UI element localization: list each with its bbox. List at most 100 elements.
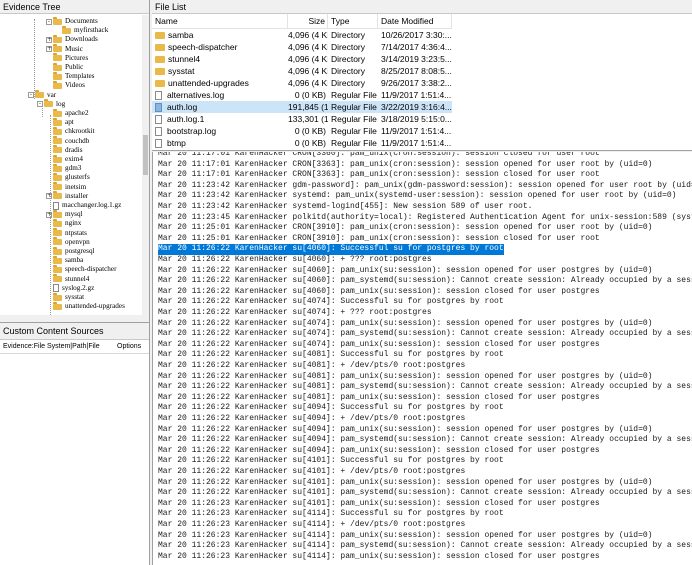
- file-row[interactable]: unattended-upgrades 4,096 (4 KB)Directory…: [152, 77, 452, 89]
- log-line[interactable]: Mar 20 11:23:42 KarenHacker gdm-password…: [158, 181, 692, 192]
- tree-node[interactable]: Pictures: [46, 53, 88, 63]
- tree-node[interactable]: syslog.2.gz: [46, 284, 94, 293]
- tree-node[interactable]: samba: [46, 255, 83, 265]
- file-row[interactable]: speech-dispatcher 4,096 (4 KB)Directory 7/…: [152, 41, 452, 53]
- log-line[interactable]: Mar 20 11:26:22 KarenHacker su[4074]: pa…: [158, 340, 600, 351]
- file-row[interactable]: samba 4,096 (4 KB)Directory 10/26/2017 3:3…: [152, 29, 452, 41]
- tree-node[interactable]: couchdb: [46, 136, 89, 146]
- tree-node[interactable]: + Music: [46, 44, 83, 54]
- log-viewer-pane[interactable]: Mar 20 11:17:01 KarenHacker CRON[3360]: …: [152, 152, 692, 565]
- log-line[interactable]: Mar 20 11:26:22 KarenHacker su[4094]: pa…: [158, 425, 652, 436]
- tree-node[interactable]: Templates: [46, 71, 94, 81]
- log-line[interactable]: Mar 20 11:26:22 KarenHacker su[4074]: + …: [158, 308, 432, 319]
- log-line[interactable]: Mar 20 11:17:01 KarenHacker CRON[3360]: …: [158, 152, 600, 160]
- log-line[interactable]: Mar 20 11:25:01 KarenHacker CRON[3910]: …: [158, 223, 652, 234]
- tree-node[interactable]: inetsim: [46, 182, 86, 192]
- tree-node[interactable]: myfirsthack: [55, 25, 108, 35]
- log-line[interactable]: Mar 20 11:26:22 KarenHacker su[4094]: pa…: [158, 446, 600, 457]
- tree-node[interactable]: unattended-upgrades: [46, 301, 125, 311]
- log-line[interactable]: Mar 20 11:26:22 KarenHacker su[4074]: Su…: [158, 297, 504, 308]
- tree-node[interactable]: Videos: [46, 80, 85, 90]
- log-line[interactable]: Mar 20 11:26:22 KarenHacker su[4081]: pa…: [158, 372, 652, 383]
- log-line[interactable]: Mar 20 11:26:22 KarenHacker su[4094]: + …: [158, 414, 465, 425]
- expand-icon[interactable]: +: [46, 211, 52, 218]
- log-line[interactable]: Mar 20 11:26:22 KarenHacker su[4074]: pa…: [158, 329, 692, 340]
- log-line[interactable]: Mar 20 11:23:42 KarenHacker systemd: pam…: [158, 191, 676, 202]
- tree-node[interactable]: - Documents: [46, 16, 98, 26]
- tree-node[interactable]: + mysql: [46, 209, 83, 219]
- log-line[interactable]: Mar 20 11:26:22 KarenHacker su[4081]: Su…: [158, 350, 504, 361]
- tree-node[interactable]: exim4: [46, 154, 83, 164]
- col-name-header[interactable]: Name: [152, 14, 288, 28]
- log-line[interactable]: Mar 20 11:26:23 KarenHacker su[4114]: Su…: [158, 509, 504, 520]
- log-line[interactable]: Mar 20 11:23:42 KarenHacker systemd-logi…: [158, 202, 532, 213]
- log-line[interactable]: Mar 20 11:26:22 KarenHacker su[4094]: pa…: [158, 435, 692, 446]
- tree-node[interactable]: stunnel4: [46, 274, 89, 284]
- log-line[interactable]: Mar 20 11:26:22 KarenHacker su[4060]: pa…: [158, 276, 692, 287]
- tree-node[interactable]: sysstat: [46, 292, 84, 302]
- log-line[interactable]: Mar 20 11:26:22 KarenHacker su[4081]: + …: [158, 361, 465, 372]
- log-line[interactable]: Mar 20 11:26:23 KarenHacker su[4114]: pa…: [158, 541, 692, 552]
- file-row[interactable]: alternatives.log 0 (0 KB) Regular File 11/9…: [152, 89, 452, 101]
- tree-node[interactable]: dradis: [46, 145, 83, 155]
- log-line[interactable]: Mar 20 11:26:22 KarenHacker su[4060]: pa…: [158, 287, 600, 298]
- expand-icon[interactable]: +: [46, 46, 52, 53]
- log-line[interactable]: Mar 20 11:26:22 KarenHacker su[4101]: pa…: [158, 488, 692, 499]
- tree-node[interactable]: macchanger.log.1.gz: [46, 201, 121, 210]
- tree-horizontal-scrollbar[interactable]: [0, 315, 142, 322]
- file-row[interactable]: btmp 0 (0 KB) Regular File 11/9/2017 1:51:4…: [152, 137, 452, 149]
- file-row[interactable]: stunnel4 4,096 (4 KB)Directory 3/14/2019 3…: [152, 53, 452, 65]
- log-line[interactable]: Mar 20 11:26:22 KarenHacker su[4094]: Su…: [158, 403, 504, 414]
- evidence-tree[interactable]: - Documents myfirsthack + Downloads + Music Pic…: [0, 15, 143, 315]
- col-options-header[interactable]: Options: [117, 340, 149, 353]
- tree-node[interactable]: gdm3: [46, 163, 81, 173]
- log-line[interactable]: Mar 20 11:17:01 KarenHacker CRON[3363]: …: [158, 170, 600, 181]
- file-row[interactable]: auth.log 191,845 (1...Regular File 3/22/20…: [152, 101, 452, 113]
- col-date-header[interactable]: Date Modified: [378, 14, 452, 28]
- tree-vertical-scrollbar[interactable]: [142, 15, 149, 322]
- log-line[interactable]: Mar 20 11:26:23 KarenHacker su[4114]: pa…: [158, 552, 600, 563]
- tree-node[interactable]: postgresql: [46, 246, 95, 256]
- collapse-icon[interactable]: -: [46, 18, 52, 25]
- log-line[interactable]: Mar 20 11:26:23 KarenHacker su[4101]: pa…: [158, 499, 600, 510]
- col-evidence-header[interactable]: Evidence:File System|Path|File: [0, 340, 117, 353]
- log-line[interactable]: Mar 20 11:26:23 KarenHacker su[4114]: pa…: [158, 531, 652, 542]
- tree-node[interactable]: Public: [46, 62, 83, 72]
- tree-node[interactable]: chkrootkit: [46, 126, 95, 136]
- tree-node[interactable]: ntpstats: [46, 228, 87, 238]
- log-line[interactable]: Mar 20 11:26:22 KarenHacker su[4081]: pa…: [158, 393, 600, 404]
- col-size-header[interactable]: Size: [288, 14, 328, 28]
- tree-node[interactable]: glusterfs: [46, 172, 90, 182]
- log-line[interactable]: Mar 20 11:26:22 KarenHacker su[4101]: + …: [158, 467, 465, 478]
- log-text-area[interactable]: Mar 20 11:17:01 KarenHacker CRON[3360]: …: [153, 152, 692, 565]
- expand-icon[interactable]: +: [46, 193, 52, 200]
- file-list-pane: File List Name Size Type Date Modified s…: [152, 0, 692, 151]
- log-line[interactable]: Mar 20 11:26:23 KarenHacker su[4114]: + …: [158, 520, 465, 531]
- file-name-cell: stunnel4: [152, 53, 288, 65]
- col-type-header[interactable]: Type: [328, 14, 378, 28]
- tree-node[interactable]: + installer: [46, 191, 88, 201]
- log-line[interactable]: Mar 20 11:26:22 KarenHacker su[4081]: pa…: [158, 382, 692, 393]
- log-line[interactable]: Mar 20 11:17:01 KarenHacker CRON[3363]: …: [158, 160, 652, 171]
- file-row[interactable]: auth.log.1 133,301 (1...Regular File 3/18/…: [152, 113, 452, 125]
- tree-node[interactable]: apache2: [46, 108, 89, 118]
- log-line[interactable]: Mar 20 11:26:22 KarenHacker su[4074]: pa…: [158, 319, 652, 330]
- log-line[interactable]: Mar 20 11:23:45 KarenHacker polkitd(auth…: [158, 213, 692, 224]
- log-line[interactable]: Mar 20 11:26:22 KarenHacker su[4060]: pa…: [158, 266, 652, 277]
- file-name-text: auth.log.1: [167, 114, 205, 124]
- log-line-selected[interactable]: Mar 20 11:26:22 KarenHacker su[4060]: Su…: [158, 244, 504, 255]
- tree-node[interactable]: - var: [28, 90, 56, 100]
- log-line[interactable]: Mar 20 11:26:22 KarenHacker su[4101]: Su…: [158, 456, 504, 467]
- expand-icon[interactable]: +: [46, 36, 52, 43]
- file-row[interactable]: bootstrap.log 0 (0 KB) Regular File 11/9/20…: [152, 125, 452, 137]
- tree-node[interactable]: nginx: [46, 218, 81, 228]
- custom-content-sources-title: Custom Content Sources: [0, 323, 149, 340]
- log-line[interactable]: Mar 20 11:26:22 KarenHacker su[4060]: + …: [158, 255, 432, 266]
- tree-node[interactable]: openvpn: [46, 237, 90, 247]
- file-row[interactable]: sysstat 4,096 (4 KB)Directory 8/25/2017 8:…: [152, 65, 452, 77]
- tree-scroll-thumb[interactable]: [143, 135, 148, 175]
- log-line[interactable]: Mar 20 11:26:22 KarenHacker su[4101]: pa…: [158, 478, 652, 489]
- tree-node[interactable]: speech-dispatcher: [46, 264, 117, 274]
- log-line[interactable]: Mar 20 11:25:01 KarenHacker CRON[3910]: …: [158, 234, 600, 245]
- tree-node[interactable]: + Downloads: [46, 34, 98, 44]
